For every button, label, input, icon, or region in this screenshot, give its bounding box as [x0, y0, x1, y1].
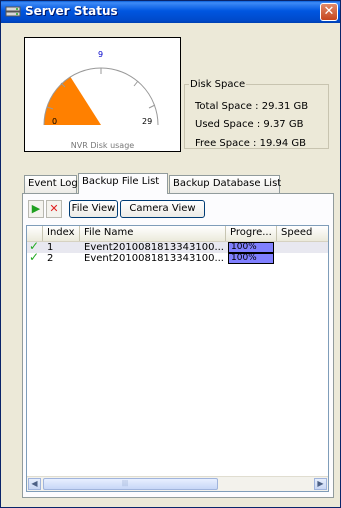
free-space-text: Free Space : 19.94 GB [195, 138, 307, 149]
file-view-button[interactable]: File View [69, 200, 118, 218]
disk-usage-gauge: 0 9 29 NVR Disk usage [24, 37, 181, 152]
delete-button[interactable]: ✕ [46, 200, 62, 218]
row-index: 1 [47, 242, 54, 253]
progress-text: 100% [231, 242, 257, 252]
scroll-right-button[interactable]: ▶ [314, 478, 327, 490]
progress-bar: 100% [228, 242, 274, 253]
column-header-progress[interactable]: Progre... [226, 226, 277, 241]
tab-event-log[interactable]: Event Log [24, 175, 78, 193]
check-icon: ✓ [29, 250, 40, 264]
gauge-tick [148, 104, 156, 109]
progress-text: 100% [231, 253, 257, 263]
scroll-left-button[interactable]: ◀ [28, 478, 41, 490]
row-progress: 100% [227, 253, 277, 264]
tab-backup-database-list[interactable]: Backup Database List [169, 175, 281, 193]
delete-icon: ✕ [49, 202, 59, 215]
chevron-right-icon: ▶ [317, 479, 324, 488]
close-icon: ✕ [323, 4, 335, 19]
progress-bar: 100% [228, 253, 274, 264]
close-button[interactable]: ✕ [320, 3, 338, 21]
row-index: 2 [47, 253, 54, 264]
gauge-caption: NVR Disk usage [70, 141, 135, 150]
disk-space-group: Disk Space Total Space : 29.31 GB Used S… [184, 79, 329, 149]
play-icon: ▶ [31, 202, 41, 215]
camera-view-button[interactable]: Camera View [120, 200, 205, 218]
gauge-max-label: 29 [142, 117, 153, 126]
scrollbar-thumb[interactable]: ||| [43, 478, 218, 490]
row-file-name: Event2010081813343100... [84, 242, 224, 253]
backup-file-list[interactable]: Index File Name Progre... Speed ✓ 1 Even… [26, 225, 329, 492]
server-icon [5, 6, 21, 17]
server-status-window: Server Status ✕ 0 9 29 NVR Disk usage Di… [0, 0, 341, 508]
table-row[interactable]: ✓ 2 Event2010081813343100... 100% [27, 250, 328, 264]
table-row[interactable]: ✓ 1 Event2010081813343100... 100% [27, 240, 328, 253]
play-button[interactable]: ▶ [28, 200, 44, 218]
gauge-tick [133, 80, 139, 87]
total-space-text: Total Space : 29.31 GB [195, 101, 309, 112]
window-title: Server Status [25, 4, 118, 18]
disk-space-legend: Disk Space [190, 79, 246, 90]
horizontal-scrollbar[interactable]: ◀ ||| ▶ [27, 476, 328, 491]
column-header-file-name[interactable]: File Name [80, 226, 226, 241]
row-file-name: Event2010081813343100... [84, 253, 224, 264]
tab-backup-file-list[interactable]: Backup File List [78, 173, 168, 194]
chevron-left-icon: ◀ [31, 479, 38, 488]
column-header-speed[interactable]: Speed [277, 226, 328, 241]
gauge-mid-label: 9 [98, 50, 104, 59]
title-bar[interactable]: Server Status ✕ [1, 1, 340, 23]
grip-icon: ||| [122, 480, 129, 487]
column-header-index[interactable]: Index [43, 226, 80, 241]
used-space-text: Used Space : 9.37 GB [195, 119, 304, 130]
backup-file-panel: ▶ ✕ File View Camera View Index File Nam… [22, 193, 334, 498]
list-header: Index File Name Progre... Speed [27, 226, 328, 242]
row-progress: 100% [227, 242, 277, 253]
gauge-min-label: 0 [52, 117, 58, 126]
